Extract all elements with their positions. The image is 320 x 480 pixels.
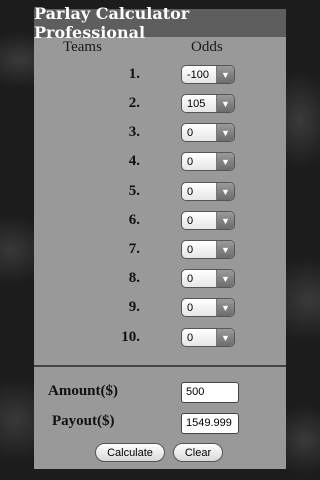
odds-value-8: 0 xyxy=(187,272,194,285)
odds-select-2[interactable]: 105 ▼ xyxy=(181,94,235,113)
odds-select-10[interactable]: 0 ▼ xyxy=(181,328,235,347)
odds-select-7[interactable]: 0 ▼ xyxy=(181,240,235,259)
odds-value-6: 0 xyxy=(187,214,194,227)
odds-value-1: -100 xyxy=(187,68,210,81)
odds-value-5: 0 xyxy=(187,185,194,198)
team-label-7: 7. xyxy=(128,241,140,257)
team-label-1: 1. xyxy=(128,66,140,82)
odds-select-9[interactable]: 0 ▼ xyxy=(181,298,235,317)
odds-value-4: 0 xyxy=(187,155,194,168)
teams-column-header: Teams xyxy=(63,39,102,55)
chevron-down-icon: ▼ xyxy=(216,299,234,316)
odds-value-7: 0 xyxy=(187,243,194,256)
amount-label: Amount($) xyxy=(48,383,118,399)
chevron-down-icon: ▼ xyxy=(216,124,234,141)
chevron-down-icon: ▼ xyxy=(216,183,234,200)
team-label-8: 8. xyxy=(128,270,140,286)
app-title: Parlay Calculator Professional xyxy=(34,4,286,42)
team-label-10: 10. xyxy=(121,329,140,345)
amount-input[interactable]: 500 xyxy=(181,382,239,403)
odds-select-1[interactable]: -100 ▼ xyxy=(181,65,235,84)
team-label-4: 4. xyxy=(128,153,140,169)
odds-select-3[interactable]: 0 ▼ xyxy=(181,123,235,142)
team-label-5: 5. xyxy=(128,183,140,199)
section-divider xyxy=(34,365,286,367)
team-label-6: 6. xyxy=(128,212,140,228)
odds-value-3: 0 xyxy=(187,126,194,139)
payout-field[interactable]: 1549.999 xyxy=(181,413,239,434)
clear-button[interactable]: Clear xyxy=(173,443,223,462)
team-label-3: 3. xyxy=(128,124,140,140)
team-label-2: 2. xyxy=(128,95,140,111)
chevron-down-icon: ▼ xyxy=(216,95,234,112)
odds-value-9: 0 xyxy=(187,301,194,314)
odds-select-8[interactable]: 0 ▼ xyxy=(181,269,235,288)
team-label-9: 9. xyxy=(128,299,140,315)
odds-select-4[interactable]: 0 ▼ xyxy=(181,152,235,171)
chevron-down-icon: ▼ xyxy=(216,66,234,83)
odds-column-header: Odds xyxy=(191,39,223,55)
chevron-down-icon: ▼ xyxy=(216,153,234,170)
chevron-down-icon: ▼ xyxy=(216,329,234,346)
chevron-down-icon: ▼ xyxy=(216,270,234,287)
odds-select-5[interactable]: 0 ▼ xyxy=(181,182,235,201)
odds-value-2: 105 xyxy=(187,97,206,110)
chevron-down-icon: ▼ xyxy=(216,241,234,258)
odds-select-6[interactable]: 0 ▼ xyxy=(181,211,235,230)
chevron-down-icon: ▼ xyxy=(216,212,234,229)
calculator-panel: Parlay Calculator Professional Teams Odd… xyxy=(34,4,286,469)
odds-value-10: 0 xyxy=(187,331,194,344)
calculate-button[interactable]: Calculate xyxy=(95,443,165,462)
payout-label: Payout($) xyxy=(52,413,115,429)
